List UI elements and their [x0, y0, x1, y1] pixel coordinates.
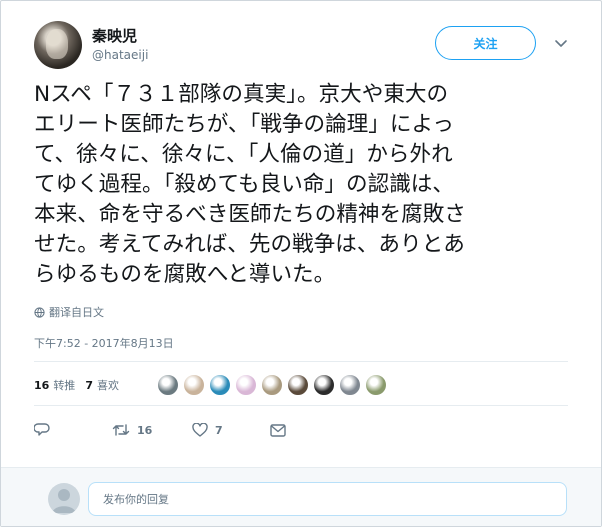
default-avatar-icon	[52, 489, 76, 513]
retweet-count: 16	[137, 423, 153, 437]
tweet-line: てゆく過程。「殺めても良い命」の認識は、	[34, 172, 454, 197]
liker-avatars	[156, 374, 391, 396]
like-stat-label: 喜欢	[96, 379, 119, 392]
user-avatar[interactable]	[34, 21, 82, 69]
like-stat[interactable]: 7 喜欢	[85, 377, 119, 393]
divider	[34, 361, 568, 362]
tweet-actions: 16 7	[34, 419, 286, 441]
liker-avatar[interactable]	[286, 374, 309, 396]
divider	[34, 405, 568, 406]
current-user-avatar	[48, 483, 80, 515]
retweet-stat-count: 16	[34, 379, 50, 392]
liker-avatar[interactable]	[364, 374, 387, 396]
retweet-action[interactable]: 16	[112, 423, 192, 437]
like-count: 7	[215, 423, 223, 437]
liker-avatar[interactable]	[312, 374, 335, 396]
liker-avatar[interactable]	[338, 374, 361, 396]
display-name[interactable]: 秦映児	[92, 25, 137, 46]
tweet-line: せた。考えてみれば、先の戦争は、ありとあ	[34, 232, 465, 257]
reply-bar: 发布你的回复	[1, 467, 601, 526]
globe-icon	[34, 306, 45, 318]
direct-message-action[interactable]	[270, 423, 286, 437]
reply-icon	[34, 423, 50, 436]
tweet-timestamp[interactable]: 下午7:52 - 2017年8月13日	[34, 335, 174, 351]
tweet-line: エリート医師たちが、「戦争の論理」によっ	[34, 112, 454, 137]
tweet-header: 秦映児 @hataeiji 关注	[34, 17, 581, 73]
tweet-line: 本来、命を守るべき医師たちの精神を腐敗さ	[34, 202, 466, 227]
liker-avatar[interactable]	[156, 374, 179, 396]
like-stat-count: 7	[85, 379, 93, 392]
tweet-text: Nスペ「７３１部隊の真実」。京大や東大の エリート医師たちが、「戦争の論理」によ…	[34, 80, 574, 290]
retweet-stat-label: 转推	[53, 379, 76, 392]
liker-avatar[interactable]	[208, 374, 231, 396]
user-handle[interactable]: @hataeiji	[92, 48, 148, 62]
retweet-stat[interactable]: 16 转推	[34, 377, 75, 393]
liker-avatar[interactable]	[182, 374, 205, 396]
reply-action[interactable]	[34, 423, 112, 437]
liker-avatar[interactable]	[260, 374, 283, 396]
envelope-icon	[270, 423, 286, 437]
tweet-line: らゆるものを腐敗へと導いた。	[34, 262, 336, 287]
tweet-line: て、徐々に、徐々に、「人倫の道」から外れ	[34, 142, 453, 167]
translate-link[interactable]: 翻译自日文	[34, 304, 104, 320]
follow-button[interactable]: 关注	[435, 26, 536, 60]
liker-avatar[interactable]	[234, 374, 257, 396]
tweet-line: Nスペ「７３１部隊の真実」。京大や東大の	[34, 82, 449, 107]
like-action[interactable]: 7	[192, 423, 270, 437]
tweet-stats: 16 转推 7 喜欢	[34, 367, 391, 403]
chevron-down-icon[interactable]	[554, 39, 568, 49]
heart-icon	[192, 423, 208, 437]
reply-input[interactable]: 发布你的回复	[88, 482, 567, 516]
translate-label[interactable]: 翻译自日文	[49, 304, 104, 320]
retweet-icon	[112, 424, 130, 436]
tweet-card: 秦映児 @hataeiji 关注 Nスペ「７３１部隊の真実」。京大や東大の エリ…	[0, 0, 602, 527]
